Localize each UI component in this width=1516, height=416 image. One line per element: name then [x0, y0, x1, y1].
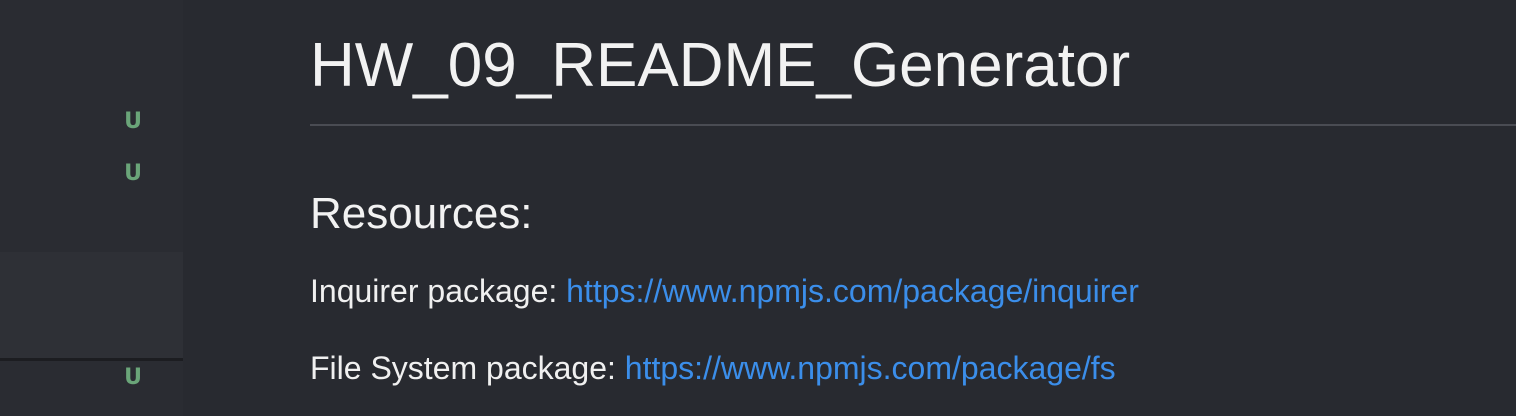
resources-heading: Resources: [310, 189, 533, 238]
file-tree-item[interactable]: U [0, 100, 183, 146]
editor-window: U U U HW_09_README_Generator Resources: … [0, 0, 1516, 416]
resource-line: Inquirer package: https://www.npmjs.com/… [310, 271, 1139, 311]
resource-label: File System package: [310, 350, 625, 386]
markdown-preview: HW_09_README_Generator Resources: Inquir… [183, 0, 1516, 416]
sidebar-divider [0, 358, 183, 361]
resource-link[interactable]: https://www.npmjs.com/package/fs [625, 350, 1116, 386]
resource-label: Inquirer package: [310, 273, 567, 309]
git-untracked-badge: U [124, 161, 142, 186]
file-tree-item[interactable]: U [0, 152, 183, 198]
readme-title: HW_09_README_Generator [310, 31, 1131, 100]
title-underline [310, 124, 1516, 126]
explorer-sidebar: U U U [0, 0, 183, 416]
resource-line: File System package: https://www.npmjs.c… [310, 348, 1116, 388]
file-tree-item[interactable]: U [0, 362, 183, 402]
resource-link[interactable]: https://www.npmjs.com/package/inquirer [566, 273, 1139, 309]
git-untracked-badge: U [124, 365, 142, 390]
git-untracked-badge: U [124, 109, 142, 134]
file-tree-selected-item[interactable] [0, 252, 183, 359]
